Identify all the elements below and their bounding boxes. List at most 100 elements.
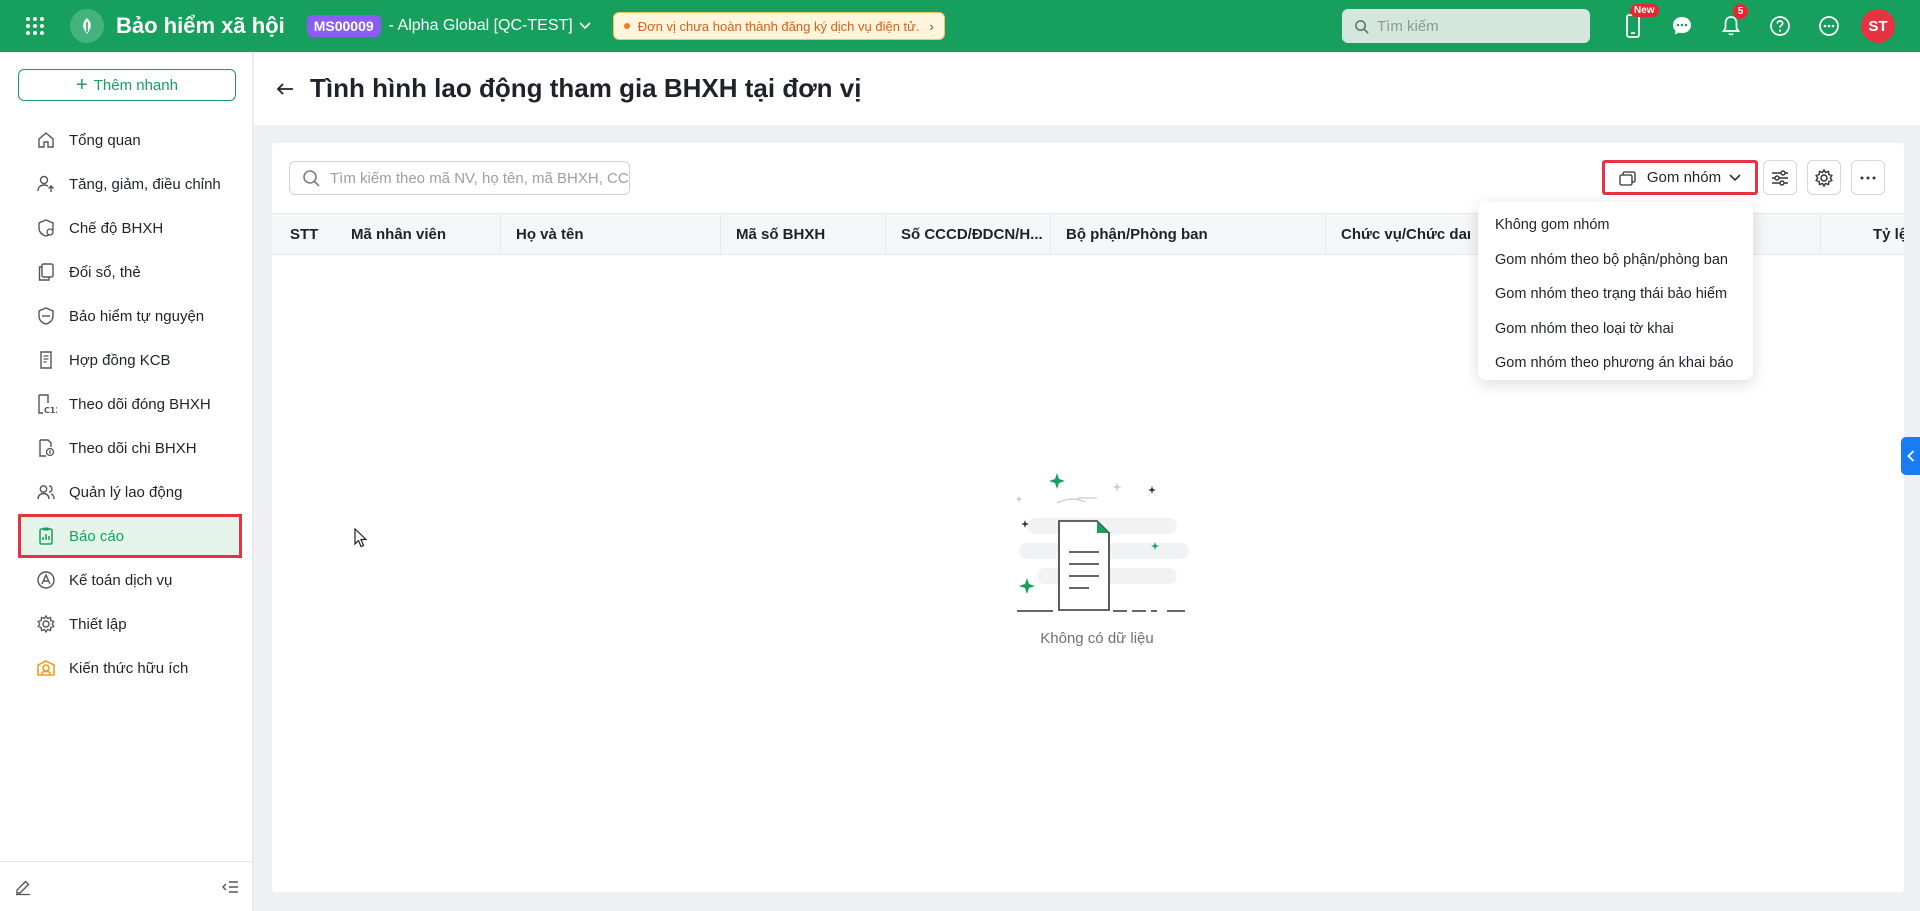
sidebar-item-theo-doi-chi[interactable]: Theo dõi chi BHXH <box>18 426 242 470</box>
column-header[interactable]: STT <box>290 214 340 254</box>
column-header[interactable]: Chức vụ/Chức danh n <box>1325 214 1470 254</box>
user-up-icon <box>35 173 57 195</box>
report-icon <box>35 525 57 547</box>
registration-warning[interactable]: Đơn vị chưa hoàn thành đăng ký dịch vụ đ… <box>612 12 945 40</box>
column-header[interactable]: Mã nhân viên <box>351 214 501 254</box>
warning-text: Đơn vị chưa hoàn thành đăng ký dịch vụ đ… <box>637 18 920 34</box>
chevron-down-icon <box>1729 173 1741 181</box>
global-search-placeholder: Tìm kiếm <box>1377 17 1439 35</box>
knowledge-icon <box>35 657 57 679</box>
user-avatar[interactable]: ST <box>1861 9 1895 43</box>
sidebar-item-label: Chế độ BHXH <box>69 219 164 237</box>
sidebar-item-label: Tổng quan <box>69 131 141 149</box>
side-panel-toggle[interactable] <box>1901 437 1920 475</box>
group-option-department[interactable]: Gom nhóm theo bộ phận/phòng ban <box>1478 243 1753 278</box>
more-actions-button[interactable] <box>1851 160 1885 195</box>
empty-state: Không có dữ liệu <box>997 468 1197 647</box>
group-cards-icon <box>1619 170 1636 186</box>
sidebar-item-tu-nguyen[interactable]: Bảo hiểm tự nguyện <box>18 294 242 338</box>
column-header[interactable]: Bộ phận/Phòng ban <box>1050 214 1325 254</box>
group-option-none[interactable]: Không gom nhóm <box>1478 208 1753 243</box>
contract-icon <box>35 349 57 371</box>
sidebar-item-label: Kế toán dịch vụ <box>69 571 173 589</box>
sidebar-item-theo-doi-dong[interactable]: C12 Theo dõi đóng BHXH <box>18 382 242 426</box>
notification-count-badge: 5 <box>1733 4 1748 19</box>
chat-icon <box>1672 17 1691 35</box>
document-money-icon <box>35 437 57 459</box>
shield-icon <box>35 305 57 327</box>
table-search-input[interactable]: Tìm kiếm theo mã NV, họ tên, mã BHXH, CC… <box>289 161 630 195</box>
notifications-button[interactable]: 5 <box>1706 0 1755 52</box>
column-header[interactable]: Họ và tên <box>500 214 720 254</box>
accounting-icon <box>35 569 57 591</box>
group-option-declaration-method[interactable]: Gom nhóm theo phương án khai báo <box>1478 346 1753 381</box>
gear-icon <box>1815 168 1833 187</box>
back-arrow-icon[interactable] <box>276 82 294 96</box>
sidebar-item-tang-giam[interactable]: Tăng, giảm, điều chỉnh <box>18 162 242 206</box>
column-header[interactable]: Mã số BHXH <box>720 214 885 254</box>
group-option-declaration-type[interactable]: Gom nhóm theo loại tờ khai <box>1478 312 1753 347</box>
warning-dot-icon <box>623 23 630 29</box>
settings-button[interactable] <box>1807 160 1841 195</box>
sidebar-item-doi-so[interactable]: Đổi sổ, thẻ <box>18 250 242 294</box>
home-icon <box>35 129 57 151</box>
users-icon <box>35 481 57 503</box>
empty-document-illustration <box>1016 473 1189 612</box>
sidebar-item-tong-quan[interactable]: Tổng quan <box>18 118 242 162</box>
org-chevron-down-icon[interactable] <box>579 22 591 30</box>
sidebar-item-label: Hợp đồng KCB <box>69 351 171 369</box>
sidebar-item-ke-toan[interactable]: Kế toán dịch vụ <box>18 558 242 602</box>
sidebar-item-bao-cao[interactable]: Báo cáo <box>18 514 242 558</box>
sidebar-item-label: Tăng, giảm, điều chỉnh <box>69 175 221 193</box>
feedback-edit-icon[interactable] <box>14 878 32 896</box>
sidebar: + Thêm nhanh Tổng quan Tăng, giảm, điều … <box>0 52 253 911</box>
chevron-left-icon <box>1906 450 1914 462</box>
sidebar-nav: Tổng quan Tăng, giảm, điều chỉnh Chế độ … <box>18 118 242 690</box>
help-button[interactable] <box>1755 0 1804 52</box>
sidebar-item-label: Thiết lập <box>69 615 127 633</box>
sidebar-item-label: Theo dõi đóng BHXH <box>69 395 211 413</box>
table-search-placeholder: Tìm kiếm theo mã NV, họ tên, mã BHXH, CC… <box>330 169 630 187</box>
app-logo-icon <box>70 9 104 43</box>
group-option-insurance-status[interactable]: Gom nhóm theo trạng thái bảo hiểm <box>1478 277 1753 312</box>
more-apps-button[interactable] <box>1804 0 1853 52</box>
chat-button[interactable] <box>1657 0 1706 52</box>
sidebar-item-quan-ly[interactable]: Quản lý lao động <box>18 470 242 514</box>
chevron-right-icon: › <box>929 18 934 34</box>
page-header: Tình hình lao động tham gia BHXH tại đơn… <box>254 52 1920 125</box>
org-name[interactable]: - Alpha Global [QC-TEST] <box>389 17 573 35</box>
group-by-label: Gom nhóm <box>1646 169 1722 186</box>
sidebar-item-label: Kiến thức hữu ích <box>69 659 189 677</box>
mobile-app-button[interactable]: New <box>1608 0 1659 52</box>
mobile-phone-icon <box>1625 14 1640 38</box>
column-header[interactable]: Số CCCD/ĐDCN/H... <box>885 214 1050 254</box>
help-icon <box>1769 16 1790 36</box>
filter-button[interactable] <box>1763 160 1797 195</box>
sidebar-item-label: Theo dõi chi BHXH <box>69 439 197 457</box>
column-header[interactable]: Tỷ lệ <box>1820 214 1904 254</box>
shield-check-icon <box>35 217 57 239</box>
copy-icon <box>35 261 57 283</box>
empty-state-text: Không có dữ liệu <box>1040 630 1154 647</box>
c12-icon: C12 <box>35 393 57 415</box>
mouse-cursor-icon <box>354 528 368 548</box>
sidebar-item-label: Quản lý lao động <box>69 483 183 501</box>
page-title: Tình hình lao động tham gia BHXH tại đơn… <box>310 73 862 103</box>
apps-grid-icon[interactable] <box>0 0 70 52</box>
group-by-button[interactable]: Gom nhóm <box>1602 160 1758 195</box>
quick-add-button[interactable]: + Thêm nhanh <box>18 69 236 101</box>
quick-add-label: Thêm nhanh <box>93 76 178 94</box>
global-search-input[interactable]: Tìm kiếm <box>1342 9 1590 43</box>
org-code-badge[interactable]: MS00009 <box>306 15 381 37</box>
sidebar-item-hop-dong[interactable]: Hợp đồng KCB <box>18 338 242 382</box>
sidebar-item-thiet-lap[interactable]: Thiết lập <box>18 602 242 646</box>
more-horizontal-icon <box>1818 16 1839 36</box>
sidebar-item-kien-thuc[interactable]: Kiến thức hữu ích <box>18 646 242 690</box>
top-bar: Bảo hiểm xã hội MS00009 - Alpha Global [… <box>0 0 1920 52</box>
more-horizontal-icon <box>1860 176 1876 179</box>
sidebar-footer <box>0 861 253 911</box>
gear-icon <box>35 613 57 635</box>
sidebar-item-label: Bảo hiểm tự nguyện <box>69 307 205 325</box>
sidebar-item-che-do[interactable]: Chế độ BHXH <box>18 206 242 250</box>
collapse-sidebar-icon[interactable] <box>221 880 239 894</box>
